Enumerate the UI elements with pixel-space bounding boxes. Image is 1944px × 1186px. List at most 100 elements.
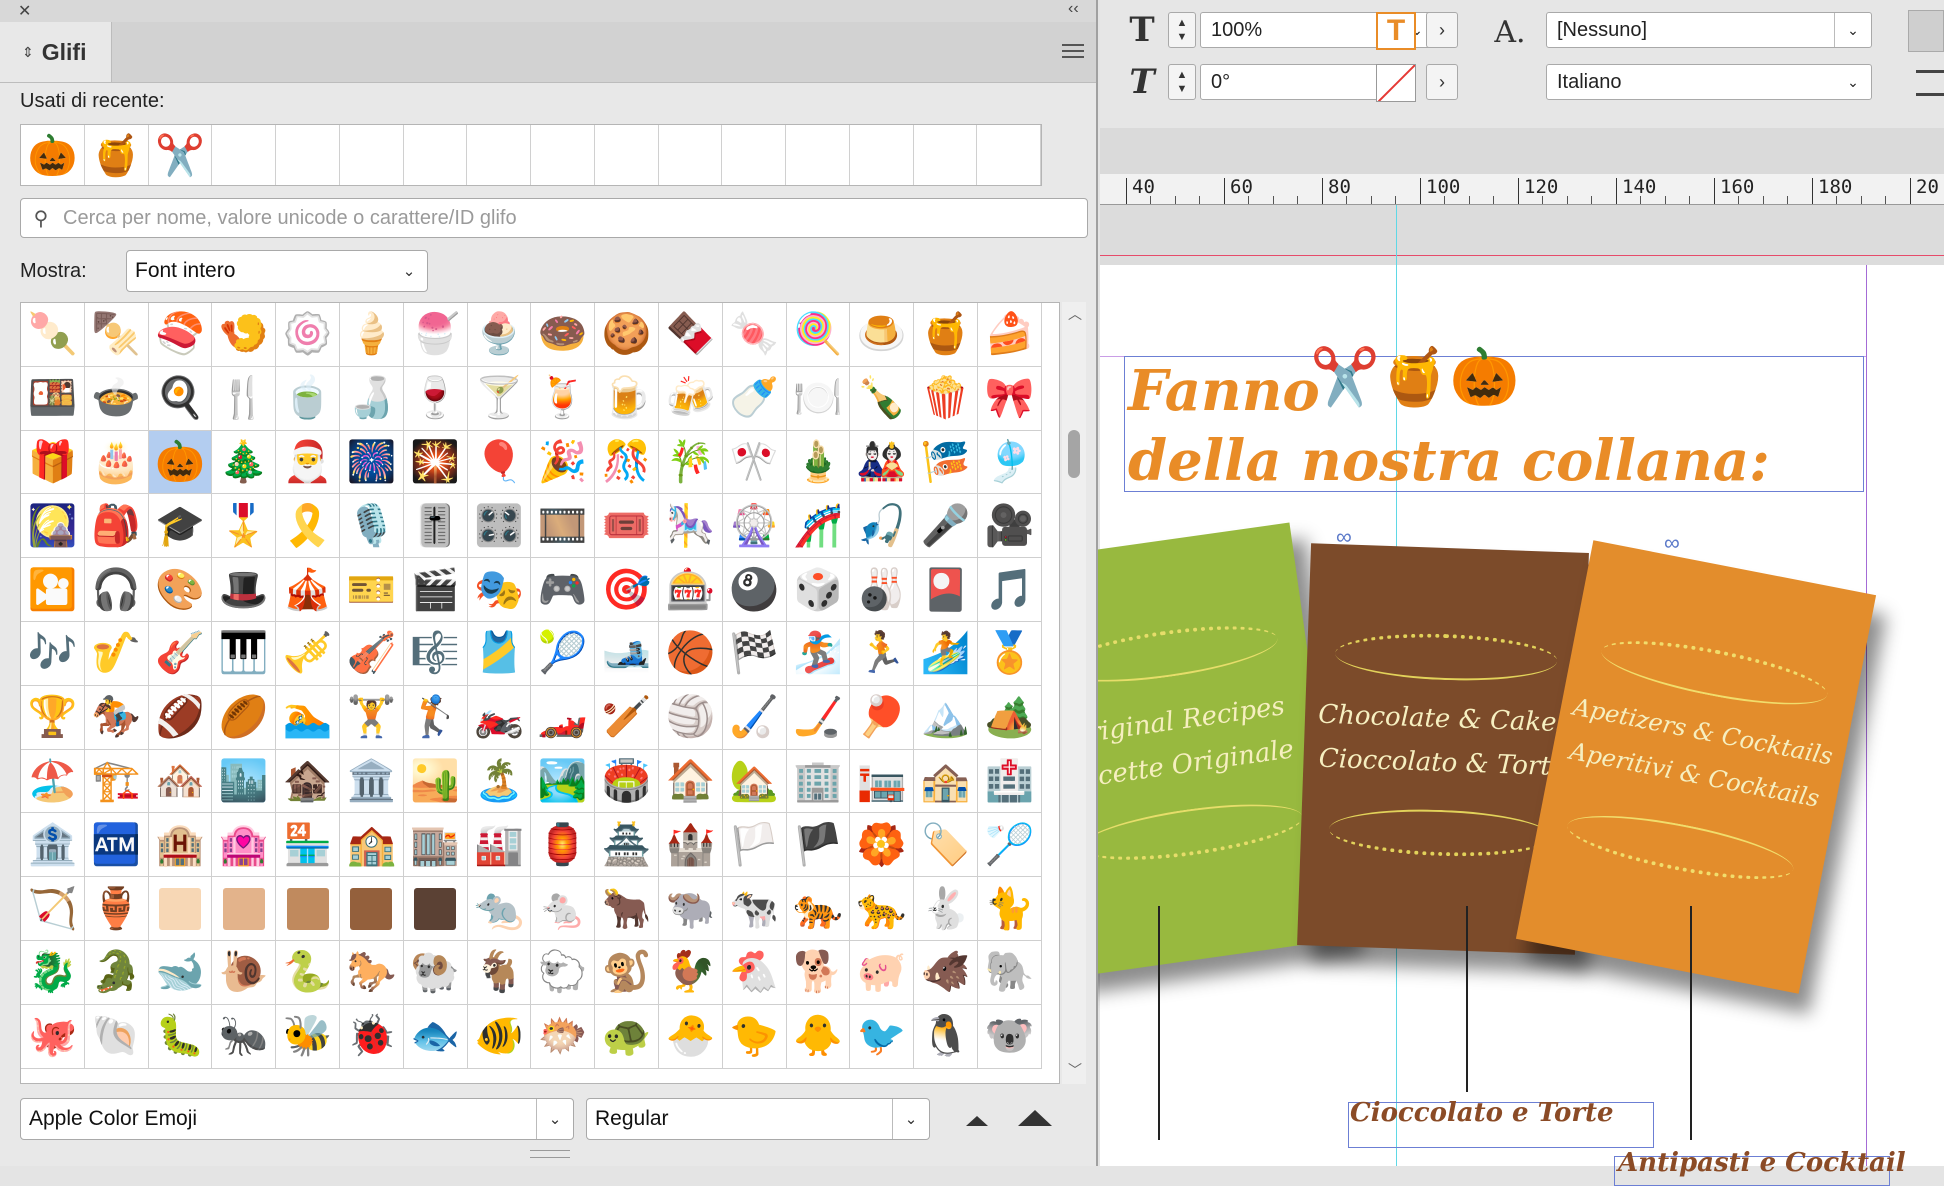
glyph-cell[interactable]: 🏥	[977, 749, 1042, 814]
glyph-cell[interactable]: 🍷	[403, 366, 468, 431]
glyph-cell[interactable]: 🐘	[977, 940, 1042, 1005]
glyph-search-field[interactable]: ⚲	[20, 198, 1088, 238]
glyph-cell[interactable]: 🏚️	[276, 749, 340, 814]
glyph-grid-scrollbar[interactable]: ︿ ﹀	[1062, 302, 1086, 1084]
glyph-cell[interactable]: 🍯	[914, 303, 978, 367]
glyph-cell[interactable]: 🐔	[722, 940, 787, 1005]
glyph-cell[interactable]: 🎏	[914, 430, 978, 495]
glyph-cell[interactable]: 🐨	[977, 1004, 1042, 1069]
recent-glyph-cell[interactable]	[595, 125, 659, 185]
recent-glyph-cell[interactable]	[467, 125, 531, 185]
stroke-none-icon[interactable]	[1376, 64, 1416, 102]
glyph-cell[interactable]: 🎿	[595, 621, 659, 686]
glyph-cell[interactable]	[276, 877, 340, 941]
glyph-cell[interactable]: 🐒	[595, 940, 659, 1005]
glyph-cell[interactable]: 🎉	[531, 430, 596, 495]
glyph-cell[interactable]: 🐊	[84, 940, 149, 1005]
glyph-cell[interactable]: 🐗	[914, 940, 978, 1005]
glyph-cell[interactable]: 🎎	[850, 430, 915, 495]
glyph-cell[interactable]	[212, 877, 277, 941]
language-select[interactable]: Italiano ⌄	[1546, 64, 1872, 100]
glyph-cell[interactable]: 🎽	[467, 621, 532, 686]
recent-glyph-cell[interactable]	[404, 125, 468, 185]
recent-glyph-cell[interactable]	[722, 125, 786, 185]
glyph-cell[interactable]: 🐇	[914, 877, 978, 941]
glyph-cell[interactable]: 🏳️	[722, 813, 787, 878]
glyph-cell[interactable]: 🏋️	[339, 685, 404, 750]
fill-text-icon[interactable]: T	[1376, 12, 1416, 50]
glyph-cell[interactable]: 🐞	[339, 1004, 404, 1069]
glyph-cell[interactable]: 🎴	[914, 558, 978, 622]
glyph-cell[interactable]: 🏨	[148, 813, 213, 878]
glyph-cell[interactable]: 🍥	[276, 303, 340, 367]
glyph-cell[interactable]: 🍽️	[786, 366, 851, 431]
glyph-cell[interactable]: 🏰	[658, 813, 723, 878]
glyph-cell[interactable]: 🍪	[595, 303, 659, 367]
resize-grip-icon[interactable]	[530, 1150, 570, 1158]
glyph-cell[interactable]: 🎠	[658, 494, 723, 559]
glyph-cell[interactable]: 🎈	[467, 430, 532, 495]
glyph-cell[interactable]: 🍲	[84, 366, 149, 431]
glyph-cell[interactable]: 🎁	[21, 430, 85, 495]
glyph-cell[interactable]: 🏖️	[21, 749, 85, 814]
recent-glyph-cell[interactable]: 🍯	[85, 125, 149, 185]
glyph-cell[interactable]: 🏌️	[403, 685, 468, 750]
glyph-cell[interactable]: 🎡	[722, 494, 787, 559]
glyph-cell[interactable]: 🐂	[595, 877, 659, 941]
recent-glyph-cell[interactable]	[531, 125, 595, 185]
glyph-cell[interactable]: 🐝	[276, 1004, 340, 1069]
glyph-cell[interactable]: 🐛	[148, 1004, 213, 1069]
glyph-cell[interactable]: 🍮	[850, 303, 915, 367]
glyph-cell[interactable]: 🎤	[914, 494, 978, 559]
glyph-cell[interactable]: 🐖	[850, 940, 915, 1005]
glyph-cell[interactable]: 🎼	[403, 621, 468, 686]
glyph-cell[interactable]: 🐌	[212, 940, 277, 1005]
panel-menu-icon[interactable]	[1062, 44, 1084, 58]
glyph-cell[interactable]: 🍳	[148, 366, 213, 431]
recent-glyph-cell[interactable]	[914, 125, 978, 185]
glyph-cell[interactable]: 🎙️	[339, 494, 404, 559]
recent-glyph-cell[interactable]	[340, 125, 404, 185]
glyph-cell[interactable]: 🏔️	[914, 685, 978, 750]
glyph-cell[interactable]: 🏺	[84, 877, 149, 941]
glyph-cell[interactable]: 🎃	[148, 430, 213, 495]
glyph-cell[interactable]: 🍹	[531, 366, 596, 431]
glyph-cell[interactable]: 🍰	[977, 303, 1042, 367]
glyph-cell[interactable]: 🏃	[850, 621, 915, 686]
glyph-cell[interactable]: 🍭	[786, 303, 851, 367]
glyph-cell[interactable]: 🎲	[786, 558, 851, 622]
glyph-cell[interactable]: 🐀	[467, 877, 532, 941]
glyph-cell[interactable]: 🍴	[212, 366, 277, 431]
glyph-cell[interactable]: 🐆	[850, 877, 915, 941]
glyph-cell[interactable]: 🎂	[84, 430, 149, 495]
glyph-cell[interactable]: 🏭	[467, 813, 532, 878]
glyph-cell[interactable]: 🏑	[722, 685, 787, 750]
angle-stepper[interactable]: ▲ ▼	[1168, 64, 1196, 100]
glyph-cell[interactable]: 🎰	[658, 558, 723, 622]
chevron-down-icon[interactable]: ⌄	[1834, 13, 1871, 47]
glyph-cell[interactable]: 🏆	[21, 685, 85, 750]
glyph-cell[interactable]: 🐡	[531, 1004, 596, 1069]
glyph-cell[interactable]: 🏉	[212, 685, 277, 750]
glyph-cell[interactable]: 🐜	[212, 1004, 277, 1069]
glyph-cell[interactable]: 🍼	[722, 366, 787, 431]
glyph-cell[interactable]: 🎹	[212, 621, 277, 686]
large-glyph-size-button[interactable]	[1018, 1110, 1052, 1126]
glyph-cell[interactable]: 🎆	[339, 430, 404, 495]
glyph-cell[interactable]: 🎀	[977, 366, 1042, 431]
glyph-cell[interactable]: 🍱	[21, 366, 85, 431]
glyph-cell[interactable]: 🏘️	[148, 749, 213, 814]
glyph-cell[interactable]: 🐐	[467, 940, 532, 1005]
align-left-button[interactable]	[1908, 10, 1944, 52]
glyph-cell[interactable]: 🎗️	[276, 494, 340, 559]
glyph-cell[interactable]: 🐉	[21, 940, 85, 1005]
glyph-cell[interactable]: 🎦	[21, 558, 85, 622]
recent-glyph-cell[interactable]	[850, 125, 914, 185]
glyph-cell[interactable]: 🎞️	[531, 494, 596, 559]
glyph-cell[interactable]: 🏯	[595, 813, 659, 878]
glyph-cell[interactable]: 🐏	[403, 940, 468, 1005]
glyph-cell[interactable]: 🍨	[467, 303, 532, 367]
link-icon[interactable]: ∞	[1664, 530, 1680, 556]
glyph-cell[interactable]: 🍸	[467, 366, 532, 431]
scroll-thumb[interactable]	[1068, 430, 1080, 478]
